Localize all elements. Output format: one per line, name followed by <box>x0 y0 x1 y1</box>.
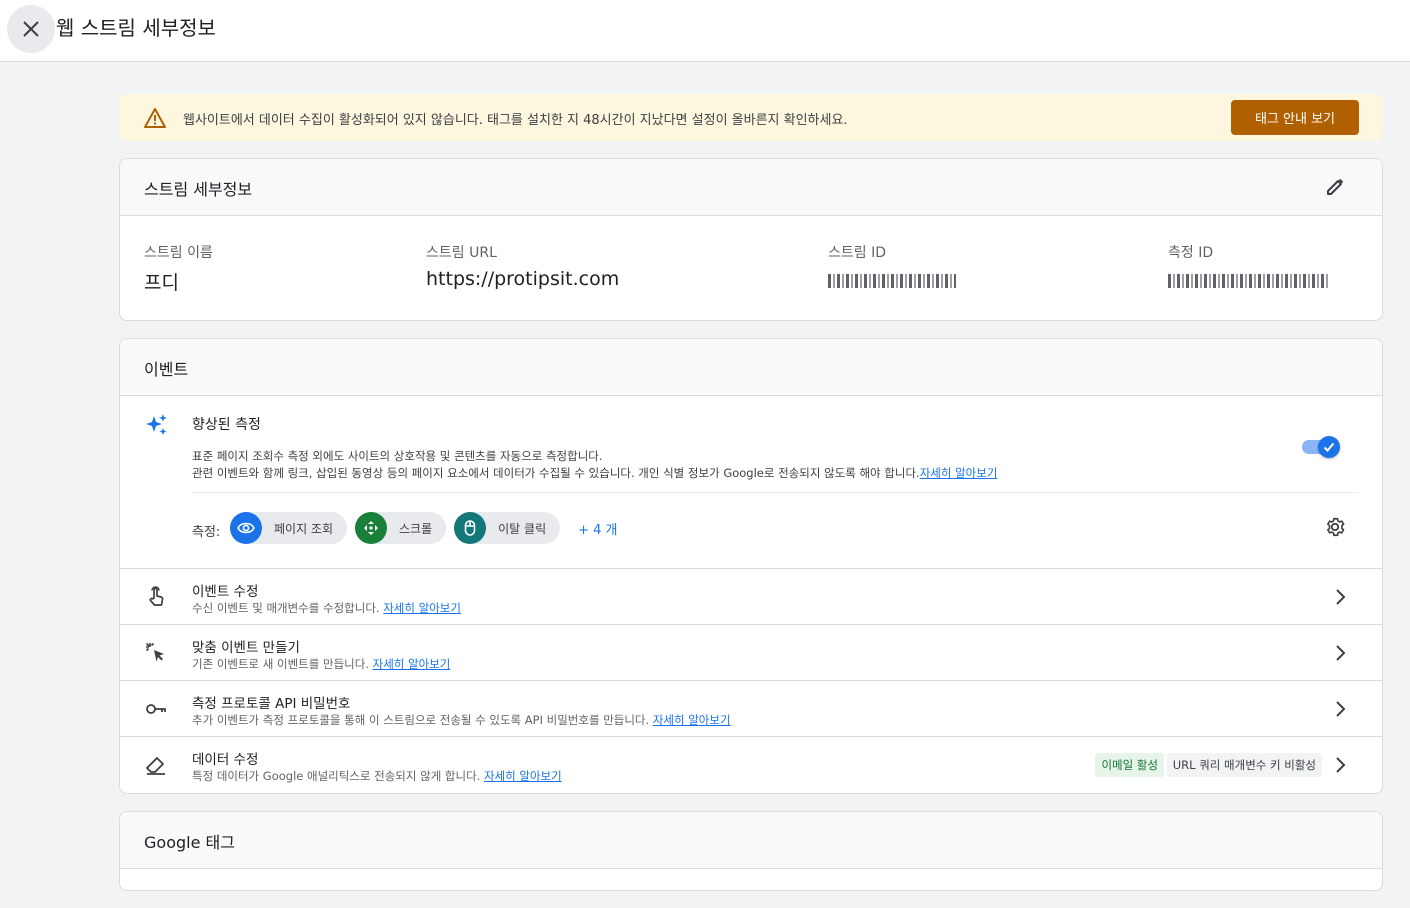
top-bar: 웹 스트림 세부정보 <box>0 0 1410 62</box>
row-modify-events-desc-text: 수신 이벤트 및 매개변수를 수정합니다. <box>192 601 380 615</box>
row-create-custom-event-desc: 기존 이벤트로 새 이벤트를 만듭니다. 자세히 알아보기 <box>192 656 450 672</box>
divider <box>192 492 1358 493</box>
touch-icon <box>149 586 164 606</box>
chip-scroll-label: 스크롤 <box>399 521 433 536</box>
chevron-right-icon <box>1336 701 1346 717</box>
row-measurement-protocol-secrets[interactable]: 측정 프로토콜 API 비밀번호 추가 이벤트가 측정 프로토콜을 통해 이 스… <box>120 681 1382 737</box>
click-sparkle-icon <box>145 642 164 662</box>
events-header: 이벤트 <box>120 339 1382 396</box>
gear-icon[interactable] <box>1324 516 1346 538</box>
stream-details-header: 스트림 세부정보 <box>120 159 1382 216</box>
chip-page-view-label: 페이지 조회 <box>274 521 334 536</box>
sparkle-icon <box>146 414 167 435</box>
row-data-redaction-desc: 특정 데이터가 Google 애널리틱스로 전송되지 않게 합니다. 자세히 알… <box>192 768 562 784</box>
page-title: 웹 스트림 세부정보 <box>56 16 216 40</box>
close-button[interactable] <box>7 5 55 53</box>
stream-details-card: 스트림 세부정보 스트림 이름 프디 스트림 URL https://proti… <box>119 158 1383 321</box>
stream-url-value: https://protipsit.com <box>426 268 620 290</box>
row-data-redaction-title: 데이터 수정 <box>192 752 259 768</box>
chevron-right-icon <box>1336 645 1346 661</box>
stream-details-body: 스트림 이름 프디 스트림 URL https://protipsit.com … <box>120 216 1382 320</box>
description-line-1: 표준 페이지 조회수 측정 외에도 사이트의 상호작용 및 콘텐츠를 자동으로 … <box>192 449 603 463</box>
google-tag-header: Google 태그 <box>120 812 1382 869</box>
url-query-redaction-badge: URL 쿼리 매개변수 키 비활성 <box>1166 753 1322 777</box>
row-modify-events-title: 이벤트 수정 <box>192 584 259 600</box>
google-tag-title: Google 태그 <box>144 833 235 852</box>
stream-url-label: 스트림 URL <box>426 245 497 261</box>
warning-icon <box>144 108 166 128</box>
events-title: 이벤트 <box>144 360 189 379</box>
main-content: 웹사이트에서 데이터 수집이 활성화되어 있지 않습니다. 태그를 설치한 지 … <box>119 94 1383 908</box>
row-create-custom-event-desc-text: 기존 이벤트로 새 이벤트를 만듭니다. <box>192 657 369 671</box>
measurement-id-redacted <box>1168 274 1328 288</box>
key-icon <box>146 704 166 714</box>
row-create-custom-event-learn-more[interactable]: 자세히 알아보기 <box>373 657 451 671</box>
chip-outbound-click-label: 이탈 클릭 <box>498 521 547 536</box>
row-measurement-protocol-title: 측정 프로토콜 API 비밀번호 <box>192 696 351 712</box>
check-icon <box>1323 442 1335 452</box>
stream-id-redacted <box>828 274 956 288</box>
measure-label: 측정: <box>192 525 221 540</box>
row-modify-events[interactable]: 이벤트 수정 수신 이벤트 및 매개변수를 수정합니다. 자세히 알아보기 <box>120 569 1382 625</box>
row-data-redaction-learn-more[interactable]: 자세히 알아보기 <box>484 769 562 783</box>
measurement-id-label: 측정 ID <box>1168 245 1214 261</box>
row-measurement-protocol-desc-text: 추가 이벤트가 측정 프로토콜을 통해 이 스트림으로 전송될 수 있도록 AP… <box>192 713 650 727</box>
row-create-custom-event[interactable]: 맞춤 이벤트 만들기 기존 이벤트로 새 이벤트를 만듭니다. 자세히 알아보기 <box>120 625 1382 681</box>
row-modify-events-desc: 수신 이벤트 및 매개변수를 수정합니다. 자세히 알아보기 <box>192 600 461 616</box>
description-line-2-text: 관련 이벤트와 함께 링크, 삽입된 동영상 등의 페이지 요소에서 데이터가 … <box>192 466 920 480</box>
view-tag-guide-button[interactable]: 태그 안내 보기 <box>1231 100 1359 135</box>
row-data-redaction[interactable]: 데이터 수정 특정 데이터가 Google 애널리틱스로 전송되지 않게 합니다… <box>120 737 1382 793</box>
stream-id-label: 스트림 ID <box>828 245 886 261</box>
more-measurements-link[interactable]: + 4 개 <box>578 519 617 538</box>
enhanced-measurement-title: 향상된 측정 <box>192 417 261 433</box>
email-redaction-badge: 이메일 활성 <box>1095 753 1164 777</box>
chip-scroll[interactable]: 스크롤 <box>355 512 447 544</box>
row-create-custom-event-title: 맞춤 이벤트 만들기 <box>192 640 300 656</box>
chevron-right-icon <box>1336 757 1346 773</box>
chip-outbound-click[interactable]: 이탈 클릭 <box>454 512 561 544</box>
stream-name-value: 프디 <box>144 272 179 294</box>
google-tag-card: Google 태그 <box>119 811 1383 891</box>
enhanced-measurement-section: 향상된 측정 표준 페이지 조회수 측정 외에도 사이트의 상호작용 및 콘텐츠… <box>120 396 1382 569</box>
row-modify-events-learn-more[interactable]: 자세히 알아보기 <box>383 601 461 615</box>
toggle-knob <box>1318 436 1340 458</box>
stream-name-field: 스트림 이름 프디 <box>144 242 213 295</box>
stream-id-field: 스트림 ID <box>828 242 956 292</box>
stream-url-field: 스트림 URL https://protipsit.com <box>426 242 619 290</box>
events-card: 이벤트 향상된 측정 표준 페이지 조회수 측정 외에도 사이트의 상호작용 및… <box>119 338 1383 794</box>
mouse-icon <box>454 512 487 544</box>
pencil-icon[interactable] <box>1324 176 1346 198</box>
description-line-2: 관련 이벤트와 함께 링크, 삽입된 동영상 등의 페이지 요소에서 데이터가 … <box>192 465 1192 482</box>
stream-details-title: 스트림 세부정보 <box>144 180 253 199</box>
chip-page-view[interactable]: 페이지 조회 <box>230 512 348 544</box>
warning-banner: 웹사이트에서 데이터 수집이 활성화되어 있지 않습니다. 태그를 설치한 지 … <box>119 94 1383 141</box>
eraser-icon <box>146 757 165 775</box>
learn-more-link[interactable]: 자세히 알아보기 <box>920 466 998 480</box>
eye-icon <box>230 512 262 544</box>
enhanced-measurement-toggle[interactable] <box>1302 436 1340 458</box>
enhanced-measurement-description: 표준 페이지 조회수 측정 외에도 사이트의 상호작용 및 콘텐츠를 자동으로 … <box>192 448 1192 482</box>
measurement-chips: 페이지 조회 스크롤 이탈 클릭 + 4 개 <box>230 512 618 544</box>
row-measurement-protocol-desc: 추가 이벤트가 측정 프로토콜을 통해 이 스트림으로 전송될 수 있도록 AP… <box>192 712 731 728</box>
row-measurement-protocol-learn-more[interactable]: 자세히 알아보기 <box>653 713 731 727</box>
row-data-redaction-desc-text: 특정 데이터가 Google 애널리틱스로 전송되지 않게 합니다. <box>192 769 481 783</box>
scroll-icon <box>355 512 388 544</box>
chevron-right-icon <box>1336 589 1346 605</box>
stream-name-label: 스트림 이름 <box>144 245 213 261</box>
banner-message: 웹사이트에서 데이터 수집이 활성화되어 있지 않습니다. 태그를 설치한 지 … <box>183 113 848 128</box>
close-icon <box>23 21 39 37</box>
measurement-id-field: 측정 ID <box>1168 242 1328 292</box>
